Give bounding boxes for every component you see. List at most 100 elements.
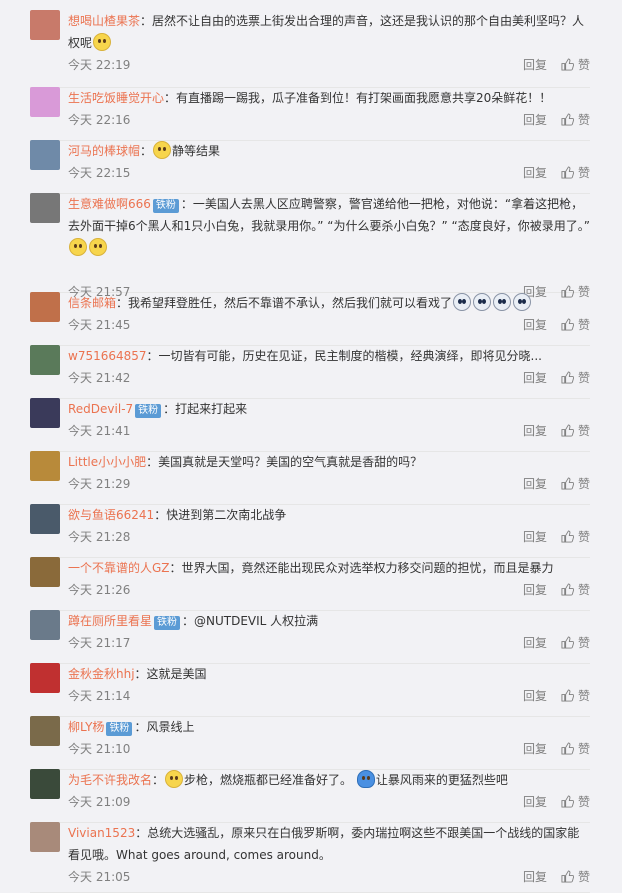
comment-username[interactable]: 信条邮箱 bbox=[68, 296, 116, 310]
thumbs-up-icon bbox=[561, 58, 574, 71]
avatar[interactable] bbox=[30, 87, 60, 117]
like-button[interactable]: 赞 bbox=[561, 57, 590, 73]
reply-button[interactable]: 回复 bbox=[523, 317, 547, 333]
reply-button[interactable]: 回复 bbox=[523, 57, 547, 73]
avatar[interactable] bbox=[30, 769, 60, 799]
comment-text: 柳LY杨 铁粉 ：风景线上 bbox=[68, 716, 590, 738]
avatar[interactable] bbox=[30, 716, 60, 746]
comment-time: 今天 21:10 bbox=[68, 742, 131, 756]
comment-username[interactable]: 蹲在厕所里看星 bbox=[68, 614, 152, 628]
comment-actions: 回复 赞 bbox=[523, 370, 590, 386]
reply-button[interactable]: 回复 bbox=[523, 794, 547, 810]
comment-item: 想喝山楂果茶：居然不让自由的选票上街发出合理的声音，这还是我认识的那个自由美利坚… bbox=[30, 10, 590, 88]
thumbs-up-icon bbox=[561, 742, 574, 755]
avatar[interactable] bbox=[30, 504, 60, 534]
reply-button[interactable]: 回复 bbox=[523, 165, 547, 181]
comment-item: 柳LY杨 铁粉 ：风景线上今天 21:10 回复 赞 bbox=[30, 716, 590, 770]
comment-username[interactable]: 生活吃饭睡觉开心 bbox=[68, 91, 164, 105]
comment-actions: 回复 赞 bbox=[523, 165, 590, 181]
reply-button[interactable]: 回复 bbox=[523, 370, 547, 386]
like-button[interactable]: 赞 bbox=[561, 582, 590, 598]
comment-actions: 回复 赞 bbox=[523, 635, 590, 651]
like-button[interactable]: 赞 bbox=[561, 741, 590, 757]
like-button[interactable]: 赞 bbox=[561, 370, 590, 386]
comment-username[interactable]: RedDevil-7 bbox=[68, 402, 133, 416]
comment-content: ：@NUTDEVIL 人权拉满 bbox=[182, 614, 319, 628]
avatar[interactable] bbox=[30, 10, 60, 40]
comment-content: ：有直播踢一踢我，瓜子准备到位！有打架画面我愿意共享20朵鲜花！！ bbox=[164, 91, 552, 105]
like-button[interactable]: 赞 bbox=[561, 635, 590, 651]
like-button[interactable]: 赞 bbox=[561, 688, 590, 704]
comment-username[interactable]: 金秋金秋hhj bbox=[68, 667, 135, 681]
comment-username[interactable]: 为毛不许我改名 bbox=[68, 773, 152, 787]
comment-time: 今天 22:15 bbox=[68, 166, 131, 180]
reply-button[interactable]: 回复 bbox=[523, 476, 547, 492]
crying-emoji-icon bbox=[453, 293, 472, 311]
like-button[interactable]: 赞 bbox=[561, 794, 590, 810]
comment-item: Vivian1523：总统大选骚乱，原来只在白俄罗斯啊，委内瑞拉啊这些不跟美国一… bbox=[30, 822, 590, 893]
comment-content: 静等结果 bbox=[172, 144, 221, 158]
reply-button[interactable]: 回复 bbox=[523, 635, 547, 651]
thumbs-up-icon bbox=[561, 870, 574, 883]
comment-username[interactable]: 生意难做啊666 bbox=[68, 197, 151, 211]
avatar[interactable] bbox=[30, 610, 60, 640]
like-button[interactable]: 赞 bbox=[561, 423, 590, 439]
comment-item: 河马的棒球帽： 静等结果 今天 22:15 回复 赞 bbox=[30, 140, 590, 194]
reply-button[interactable]: 回复 bbox=[523, 688, 547, 704]
like-button[interactable]: 赞 bbox=[561, 112, 590, 128]
comment-username[interactable]: 柳LY杨 bbox=[68, 720, 104, 734]
avatar[interactable] bbox=[30, 822, 60, 852]
comment-username[interactable]: Little小小小肥 bbox=[68, 455, 146, 469]
comment-time: 今天 21:26 bbox=[68, 583, 131, 597]
like-label: 赞 bbox=[577, 318, 590, 332]
comment-text: 一个不靠谱的人GZ：世界大国，竟然还能出现民众对选举权力移交问题的担忧，而且是暴… bbox=[68, 557, 590, 579]
like-label: 赞 bbox=[577, 424, 590, 438]
avatar[interactable] bbox=[30, 398, 60, 428]
emoji-icon bbox=[153, 141, 172, 159]
avatar[interactable] bbox=[30, 345, 60, 375]
comment-content: ：总统大选骚乱，原来只在白俄罗斯啊，委内瑞拉啊这些不跟美国一个战线的国家能看见哦… bbox=[68, 826, 580, 862]
comment-text: 欲与鱼语66241：快进到第二次南北战争 bbox=[68, 504, 590, 526]
reply-button[interactable]: 回复 bbox=[523, 741, 547, 757]
avatar[interactable] bbox=[30, 663, 60, 693]
thumbs-up-icon bbox=[561, 530, 574, 543]
thumbs-up-icon bbox=[561, 371, 574, 384]
comment-text: 信条邮箱：我希望拜登胜任，然后不靠谱不承认，然后我们就可以看戏了 bbox=[68, 292, 590, 314]
thumbs-up-icon bbox=[561, 689, 574, 702]
comment-content: ：我希望拜登胜任，然后不靠谱不承认，然后我们就可以看戏了 bbox=[116, 296, 453, 310]
like-label: 赞 bbox=[577, 530, 590, 544]
like-button[interactable]: 赞 bbox=[561, 529, 590, 545]
thumbs-up-icon bbox=[561, 424, 574, 437]
comment-actions: 回复 赞 bbox=[523, 57, 590, 73]
comment-username[interactable]: 欲与鱼语66241 bbox=[68, 508, 154, 522]
avatar[interactable] bbox=[30, 451, 60, 481]
like-button[interactable]: 赞 bbox=[561, 476, 590, 492]
fan-badge: 铁粉 bbox=[106, 722, 133, 736]
reply-button[interactable]: 回复 bbox=[523, 423, 547, 439]
avatar[interactable] bbox=[30, 140, 60, 170]
fan-badge: 铁粉 bbox=[135, 404, 162, 418]
comment-username[interactable]: 一个不靠谱的人GZ bbox=[68, 561, 170, 575]
reply-button[interactable]: 回复 bbox=[523, 112, 547, 128]
comment-time: 今天 21:14 bbox=[68, 689, 131, 703]
comment-actions: 回复 赞 bbox=[523, 423, 590, 439]
comment-username[interactable]: 想喝山楂果茶 bbox=[68, 14, 140, 28]
comment-username[interactable]: 河马的棒球帽 bbox=[68, 144, 140, 158]
comment-actions: 回复 赞 bbox=[523, 529, 590, 545]
avatar[interactable] bbox=[30, 292, 60, 322]
like-button[interactable]: 赞 bbox=[561, 165, 590, 181]
avatar[interactable] bbox=[30, 193, 60, 223]
comment-content: ：快进到第二次南北战争 bbox=[154, 508, 287, 522]
avatar[interactable] bbox=[30, 557, 60, 587]
reply-button[interactable]: 回复 bbox=[523, 529, 547, 545]
like-button[interactable]: 赞 bbox=[561, 317, 590, 333]
like-button[interactable]: 赞 bbox=[561, 869, 590, 885]
like-label: 赞 bbox=[577, 689, 590, 703]
comment-text: 生活吃饭睡觉开心：有直播踢一踢我，瓜子准备到位！有打架画面我愿意共享20朵鲜花！… bbox=[68, 87, 590, 109]
like-label: 赞 bbox=[577, 870, 590, 884]
comment-username[interactable]: Vivian1523 bbox=[68, 826, 135, 840]
comment-username[interactable]: w751664857 bbox=[68, 349, 147, 363]
reply-button[interactable]: 回复 bbox=[523, 582, 547, 598]
like-label: 赞 bbox=[577, 371, 590, 385]
reply-button[interactable]: 回复 bbox=[523, 869, 547, 885]
